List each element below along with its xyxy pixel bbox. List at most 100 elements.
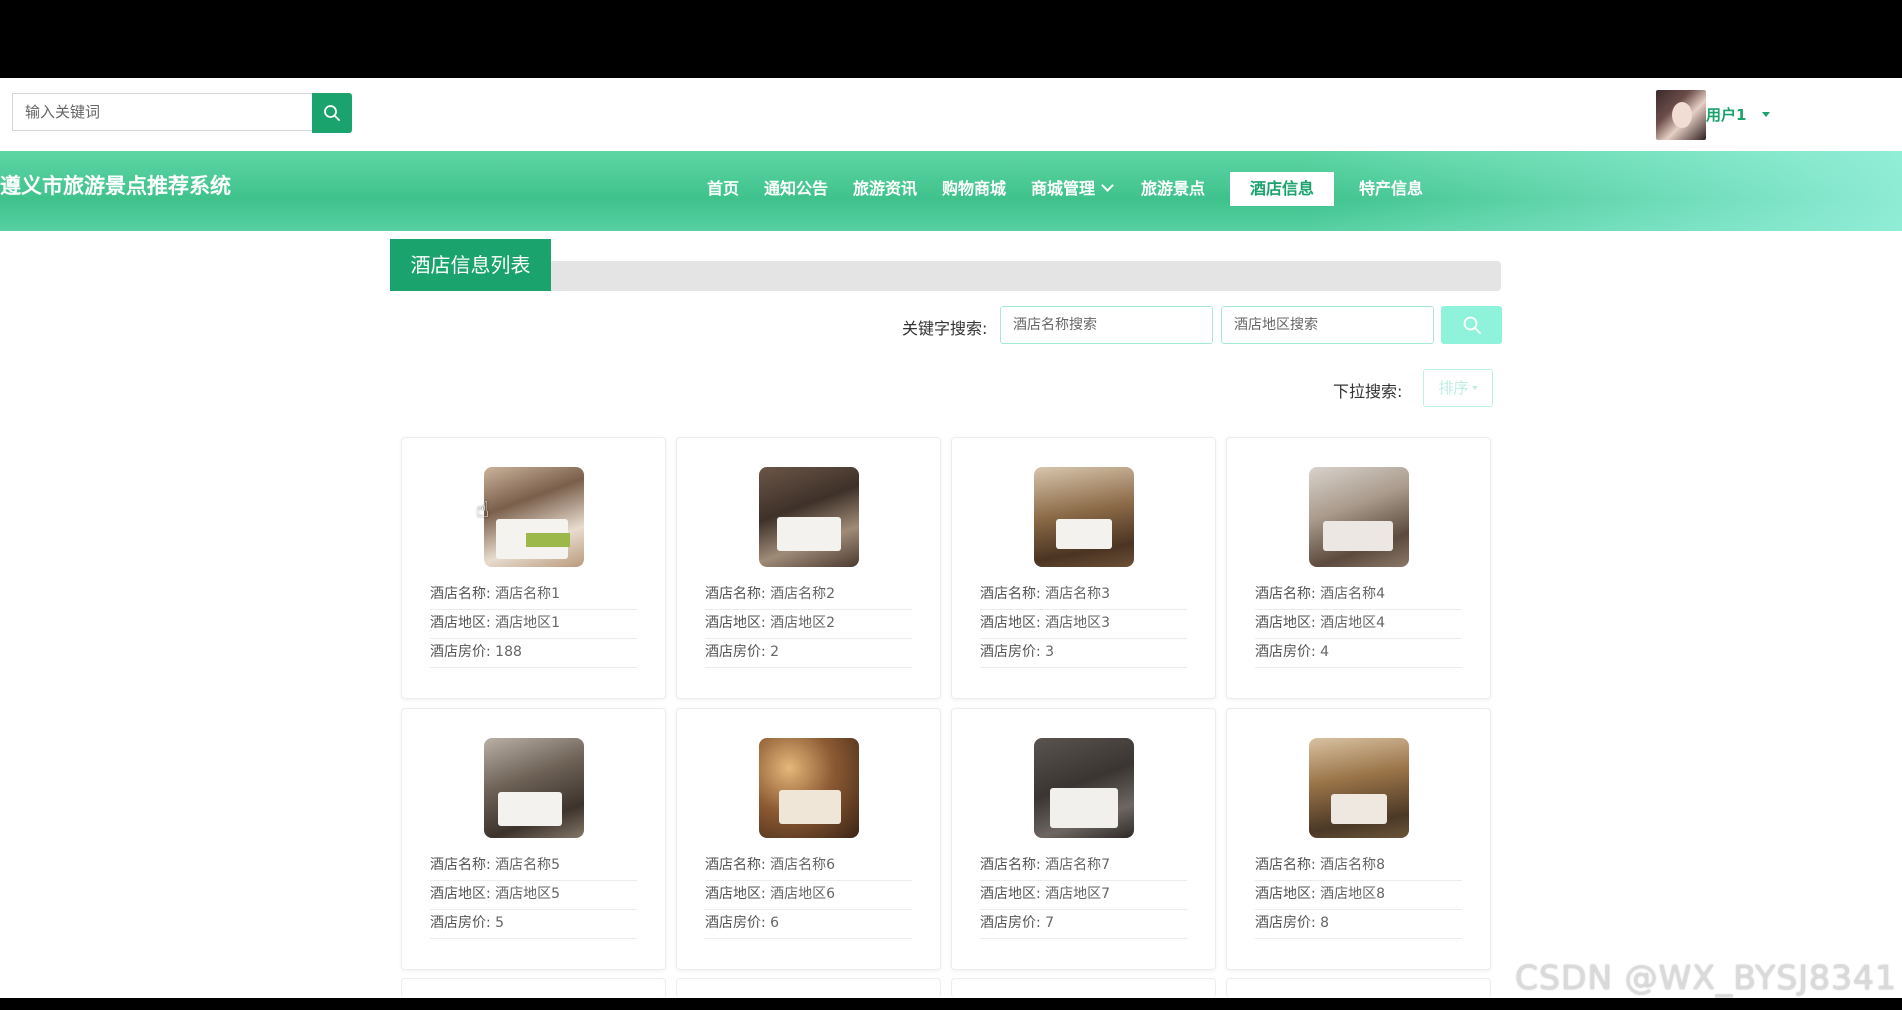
hotel-photo[interactable]	[1034, 738, 1134, 838]
search-icon	[324, 105, 340, 121]
hotel-area: 酒店地区2	[770, 615, 836, 631]
hotel-price-label: 酒店房价:	[1255, 644, 1316, 660]
hotel-name-label: 酒店名称:	[1255, 857, 1316, 873]
nav-attractions[interactable]: 旅游景点	[1141, 172, 1205, 206]
nav-specialties[interactable]: 特产信息	[1359, 172, 1423, 206]
hotel-price-label: 酒店房价:	[980, 915, 1041, 931]
hotel-price-label: 酒店房价:	[1255, 915, 1316, 931]
hotel-name-label: 酒店名称:	[705, 586, 766, 602]
hotel-name-label: 酒店名称:	[705, 857, 766, 873]
hotel-card[interactable]: 酒店名称: 酒店名称4 酒店地区: 酒店地区4 酒店房价: 4	[1226, 437, 1491, 699]
hotel-price: 2	[770, 644, 780, 660]
hotel-area: 酒店地区4	[1320, 615, 1386, 631]
hotel-area-label: 酒店地区:	[705, 886, 766, 902]
hotel-photo[interactable]	[1034, 467, 1134, 567]
hotel-card[interactable]: 酒店名称: 酒店名称5 酒店地区: 酒店地区5 酒店房价: 5	[401, 708, 666, 970]
hotel-card[interactable]: 酒店名称: 酒店名称2 酒店地区: 酒店地区2 酒店房价: 2	[676, 437, 941, 699]
keyword-search-button[interactable]	[1441, 306, 1502, 344]
hotel-area: 酒店地区1	[495, 615, 561, 631]
hotel-card[interactable]: 酒店名称: 酒店名称3 酒店地区: 酒店地区3 酒店房价: 3	[951, 437, 1216, 699]
hotel-photo[interactable]	[759, 467, 859, 567]
avatar[interactable]	[1656, 90, 1706, 140]
hotel-area: 酒店地区3	[1045, 615, 1111, 631]
header-search-button[interactable]	[312, 93, 352, 133]
nav-notices[interactable]: 通知公告	[764, 172, 828, 206]
bottom-black-bar	[0, 998, 1902, 1010]
search-icon	[1463, 316, 1481, 334]
hotel-name-label: 酒店名称:	[430, 857, 491, 873]
hotel-photo[interactable]	[484, 467, 584, 567]
hotel-photo[interactable]	[1309, 738, 1409, 838]
hotel-card[interactable]	[401, 978, 666, 998]
hotel-name-label: 酒店名称:	[430, 586, 491, 602]
sort-dropdown[interactable]: 排序	[1423, 369, 1493, 407]
section-title-bar	[551, 261, 1501, 291]
hotel-card[interactable]: 酒店名称: 酒店名称1 酒店地区: 酒店地区1 酒店房价: 188	[401, 437, 666, 699]
hotel-price-label: 酒店房价:	[705, 644, 766, 660]
nav-travel-news[interactable]: 旅游资讯	[853, 172, 917, 206]
hotel-card[interactable]	[676, 978, 941, 998]
hotel-price-label: 酒店房价:	[980, 644, 1041, 660]
sort-dropdown-label: 排序	[1438, 379, 1469, 397]
hotel-name: 酒店名称1	[495, 586, 561, 602]
hotel-card[interactable]: 酒店名称: 酒店名称7 酒店地区: 酒店地区7 酒店房价: 7	[951, 708, 1216, 970]
hotel-card[interactable]	[951, 978, 1216, 998]
hotel-name: 酒店名称2	[770, 586, 836, 602]
nav-shop-manage-label: 商城管理	[1031, 179, 1096, 198]
hotel-photo[interactable]	[759, 738, 859, 838]
caret-down-icon	[1471, 386, 1478, 390]
nav-hotels[interactable]: 酒店信息	[1230, 172, 1335, 206]
hotel-area: 酒店地区8	[1320, 886, 1386, 902]
hotel-area-label: 酒店地区:	[1255, 886, 1316, 902]
hotel-name-label: 酒店名称:	[980, 857, 1041, 873]
hotel-price: 7	[1045, 915, 1055, 931]
hotel-price-label: 酒店房价:	[705, 915, 766, 931]
hotel-card[interactable]: 酒店名称: 酒店名称8 酒店地区: 酒店地区8 酒店房价: 8	[1226, 708, 1491, 970]
hotel-area-label: 酒店地区:	[705, 615, 766, 631]
hotel-name: 酒店名称3	[1045, 586, 1111, 602]
hotel-name: 酒店名称6	[770, 857, 836, 873]
caret-down-icon[interactable]	[1762, 112, 1770, 117]
hotel-area: 酒店地区7	[1045, 886, 1111, 902]
hotel-name: 酒店名称7	[1045, 857, 1111, 873]
keyword-search-label: 关键字搜索:	[902, 319, 988, 338]
hotel-price: 6	[770, 915, 780, 931]
hotel-area-label: 酒店地区:	[980, 615, 1041, 631]
top-black-bar	[0, 0, 1902, 78]
hotel-card[interactable]: 酒店名称: 酒店名称6 酒店地区: 酒店地区6 酒店房价: 6	[676, 708, 941, 970]
hotel-price: 4	[1320, 644, 1330, 660]
header-search-input[interactable]: 输入关键词	[12, 93, 312, 131]
chevron-down-icon	[1101, 179, 1114, 192]
nav-shop[interactable]: 购物商城	[942, 172, 1006, 206]
username[interactable]: 用户1	[1706, 104, 1746, 125]
hotel-area: 酒店地区6	[770, 886, 836, 902]
hotel-name-label: 酒店名称:	[980, 586, 1041, 602]
hotel-area-label: 酒店地区:	[430, 886, 491, 902]
watermark: CSDN @WX_BYSJ8341	[1515, 958, 1897, 997]
hotel-area-search-input[interactable]: 酒店地区搜索	[1221, 306, 1434, 344]
dropdown-search-label: 下拉搜索:	[1333, 382, 1403, 401]
hotel-card[interactable]	[1226, 978, 1491, 998]
hotel-name: 酒店名称8	[1320, 857, 1386, 873]
hotel-name: 酒店名称5	[495, 857, 561, 873]
nav-shop-manage[interactable]: 商城管理	[1031, 172, 1114, 206]
hotel-price: 188	[495, 644, 522, 660]
hand-cursor-icon: ☝	[476, 498, 490, 523]
main-nav: 首页 通知公告 旅游资讯 购物商城 商城管理 旅游景点 酒店信息 特产信息	[0, 172, 1902, 208]
hotel-photo[interactable]	[484, 738, 584, 838]
hotel-photo[interactable]	[1309, 467, 1409, 567]
hotel-area-label: 酒店地区:	[1255, 615, 1316, 631]
hotel-area: 酒店地区5	[495, 886, 561, 902]
hotel-price-label: 酒店房价:	[430, 644, 491, 660]
hotel-area-label: 酒店地区:	[980, 886, 1041, 902]
hotel-price-label: 酒店房价:	[430, 915, 491, 931]
hotel-name: 酒店名称4	[1320, 586, 1386, 602]
hotel-area-label: 酒店地区:	[430, 615, 491, 631]
hotel-price: 8	[1320, 915, 1330, 931]
hotel-price: 3	[1045, 644, 1055, 660]
section-title: 酒店信息列表	[390, 239, 551, 291]
hotel-name-label: 酒店名称:	[1255, 586, 1316, 602]
nav-home[interactable]: 首页	[707, 172, 739, 206]
hotel-price: 5	[495, 915, 505, 931]
hotel-name-search-input[interactable]: 酒店名称搜索	[1000, 306, 1213, 344]
